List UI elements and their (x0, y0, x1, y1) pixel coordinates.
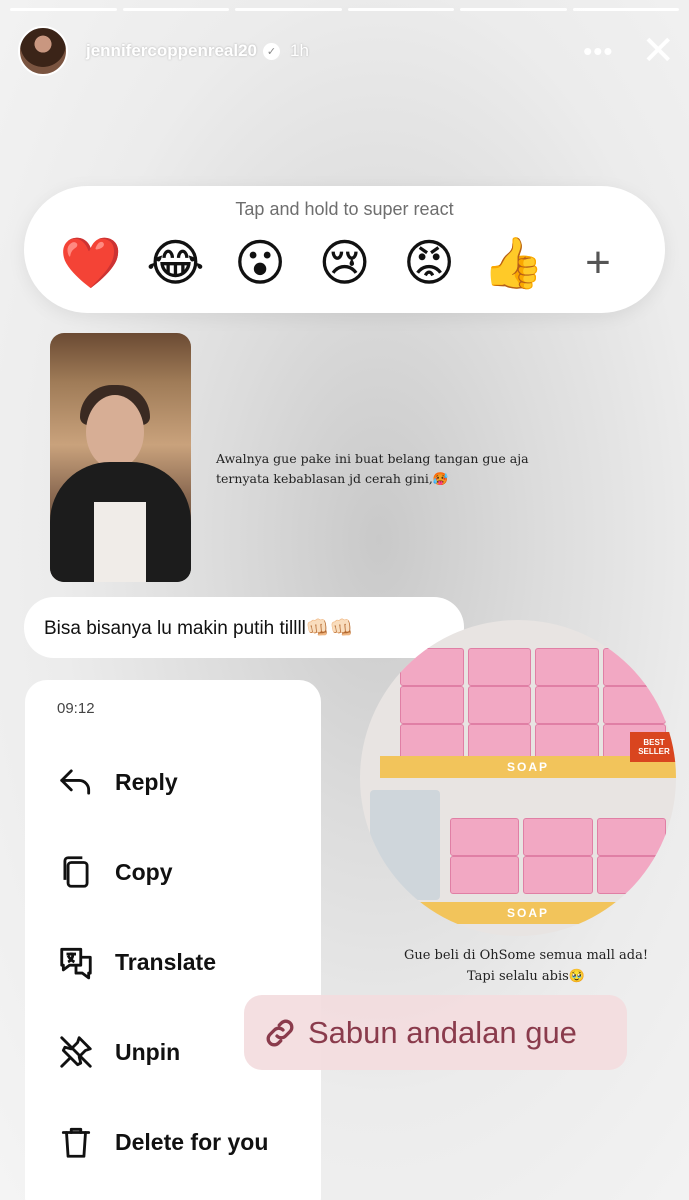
menu-item-copy[interactable]: Copy (57, 850, 173, 894)
menu-item-delete[interactable]: Delete for you (57, 1120, 268, 1164)
more-options-icon[interactable]: ••• (583, 38, 613, 64)
unpin-icon (60, 1036, 92, 1068)
verified-badge-icon: ✓ (263, 42, 281, 60)
reply-icon (60, 769, 91, 795)
shelf-label: SOAP (380, 902, 676, 924)
angry-emoji-button[interactable]: 😡 (400, 234, 458, 292)
menu-item-translate[interactable]: Translate (57, 940, 216, 984)
react-hint: Tap and hold to super react (235, 199, 454, 219)
story-header: jennifercoppenreal20 ✓ 1h ••• ✕ (18, 24, 675, 78)
copy-icon (63, 856, 89, 888)
best-seller-badge: BEST SELLER (630, 732, 676, 762)
progress-segment (572, 8, 679, 11)
story-progress (10, 8, 679, 11)
emoji-row: ❤️ 😂 😮 😢 😡 👍 + (60, 234, 627, 292)
surprised-emoji-button[interactable]: 😮 (231, 234, 289, 292)
reaction-bar: Tap and hold to super react ❤️ 😂 😮 😢 😡 👍… (24, 186, 665, 313)
thumbs-up-emoji-button[interactable]: 👍 (482, 234, 544, 292)
link-icon (266, 1019, 294, 1046)
close-icon[interactable]: ✕ (641, 31, 675, 71)
progress-segment (122, 8, 229, 11)
menu-item-label: Unpin (115, 1038, 181, 1065)
username[interactable]: jennifercoppenreal20 (86, 41, 257, 61)
trash-icon (61, 1127, 91, 1158)
progress-segment (10, 8, 117, 11)
laughing-emoji-button[interactable]: 😂 (146, 234, 204, 292)
message-context-menu: 09:12 Reply Copy Translate Unpin Delete … (25, 680, 321, 1200)
story-caption-2: Gue beli di OhSome semua mall ada! Tapi … (403, 948, 649, 984)
translate-icon (60, 947, 92, 980)
product-photo: SOAP BEST SELLER SOAP (360, 620, 676, 936)
menu-item-label: Delete for you (115, 1128, 269, 1155)
menu-item-label: Translate (115, 948, 216, 975)
message-bubble[interactable]: Bisa bisanya lu makin putih tillll👊🏻👊🏻 (24, 597, 464, 658)
menu-item-unpin[interactable]: Unpin (57, 1030, 180, 1074)
add-reaction-button[interactable]: + (569, 234, 627, 292)
time-ago: 1h (290, 41, 309, 60)
progress-segment (235, 8, 342, 11)
menu-item-label: Copy (115, 858, 173, 885)
message-text: Bisa bisanya lu makin putih tillll👊🏻👊🏻 (44, 617, 354, 639)
progress-segment (347, 8, 454, 11)
menu-item-reply[interactable]: Reply (57, 760, 178, 804)
link-sticker-label: Sabun andalan gue (308, 1014, 577, 1050)
avatar[interactable] (18, 26, 68, 76)
menu-item-label: Reply (115, 768, 178, 795)
link-sticker[interactable]: Sabun andalan gue (244, 995, 627, 1070)
video-thumbnail[interactable] (50, 333, 191, 582)
heart-emoji-button[interactable]: ❤️ (60, 234, 122, 292)
progress-segment (460, 8, 567, 11)
crying-emoji-button[interactable]: 😢 (316, 234, 374, 292)
message-timestamp: 09:12 (57, 700, 95, 717)
story-caption-1: Awalnya gue pake ini buat belang tangan … (216, 451, 529, 486)
